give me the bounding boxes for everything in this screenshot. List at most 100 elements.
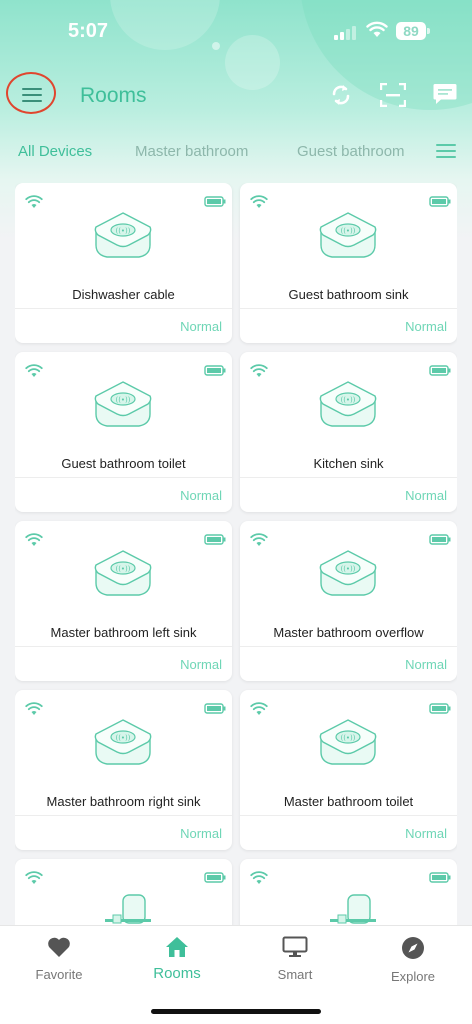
- device-status: Normal: [180, 488, 222, 503]
- status-bar: 5:07 89: [0, 0, 472, 60]
- monitor-icon: [282, 936, 308, 957]
- wifi-icon: [250, 871, 268, 884]
- battery-icon: [429, 534, 451, 545]
- device-grid: ((•)) Dishwasher cable Normal ((•)) Gues…: [15, 183, 457, 925]
- room-tabs: All Devices Master bathroom Guest bathro…: [0, 140, 472, 166]
- device-status: Normal: [180, 826, 222, 841]
- wifi-icon: [250, 364, 268, 377]
- menu-icon: [22, 88, 42, 102]
- nav-label: Explore: [390, 969, 436, 984]
- heart-icon: [48, 937, 70, 957]
- tab-master-bathroom[interactable]: Master bathroom: [135, 143, 248, 160]
- leak-sensor-icon: ((•)): [94, 550, 152, 596]
- message-icon[interactable]: [433, 83, 457, 105]
- wifi-icon: [250, 195, 268, 208]
- device-name: Guest bathroom sink: [288, 287, 409, 302]
- leak-sensor-icon: ((•)): [94, 381, 152, 427]
- battery-icon: [204, 196, 226, 207]
- device-name: Master bathroom toilet: [283, 794, 414, 809]
- battery-icon: [429, 872, 451, 883]
- svg-text:((•)): ((•)): [115, 396, 130, 404]
- cellular-signal-icon: [334, 24, 360, 40]
- device-status: Normal: [405, 826, 447, 841]
- card-divider: [15, 308, 232, 309]
- sync-icon[interactable]: [330, 83, 352, 107]
- battery-icon: [204, 872, 226, 883]
- wifi-status-icon: [366, 21, 388, 37]
- home-icon: [166, 937, 188, 957]
- nav-rooms[interactable]: Rooms: [122, 936, 232, 982]
- device-status: Normal: [405, 319, 447, 334]
- card-divider: [15, 815, 232, 816]
- device-name: Master bathroom overflow: [273, 625, 424, 640]
- svg-text:((•)): ((•)): [340, 396, 355, 404]
- svg-text:((•)): ((•)): [115, 227, 130, 235]
- device-card[interactable]: ((•)) Dishwasher cable Normal: [15, 183, 232, 343]
- device-status: Normal: [405, 488, 447, 503]
- svg-text:((•)): ((•)): [340, 227, 355, 235]
- wifi-icon: [25, 195, 43, 208]
- tab-list-icon[interactable]: [436, 144, 456, 158]
- device-card[interactable]: ((•)) Master bathroom overflow Normal: [240, 521, 457, 681]
- device-card[interactable]: [15, 859, 232, 925]
- wifi-icon: [25, 364, 43, 377]
- device-card[interactable]: ((•)) Kitchen sink Normal: [240, 352, 457, 512]
- status-time: 5:07: [68, 20, 109, 42]
- device-card[interactable]: ((•)) Guest bathroom sink Normal: [240, 183, 457, 343]
- nav-label: Favorite: [35, 967, 83, 982]
- nav-smart[interactable]: Smart: [240, 936, 350, 982]
- leak-sensor-icon: ((•)): [94, 719, 152, 765]
- device-status: Normal: [180, 657, 222, 672]
- leak-sensor-icon: ((•)): [319, 381, 377, 427]
- wifi-icon: [25, 702, 43, 715]
- device-name: Master bathroom right sink: [46, 794, 201, 809]
- home-indicator: [151, 1009, 321, 1014]
- device-status: Normal: [405, 657, 447, 672]
- wifi-icon: [250, 702, 268, 715]
- leak-sensor-icon: ((•)): [319, 719, 377, 765]
- compass-icon: [402, 937, 424, 959]
- menu-button[interactable]: [6, 72, 56, 114]
- leak-sensor-icon: ((•)): [94, 212, 152, 258]
- device-status: Normal: [180, 319, 222, 334]
- device-card[interactable]: ((•)) Master bathroom right sink Normal: [15, 690, 232, 850]
- battery-indicator: 89: [396, 22, 430, 40]
- svg-text:((•)): ((•)): [115, 734, 130, 742]
- wifi-icon: [250, 533, 268, 546]
- tab-guest-bathroom[interactable]: Guest bathroom: [297, 143, 405, 160]
- device-name: Master bathroom left sink: [50, 625, 197, 640]
- card-divider: [240, 646, 457, 647]
- device-card[interactable]: [240, 859, 457, 925]
- wifi-icon: [25, 533, 43, 546]
- device-card[interactable]: ((•)) Guest bathroom toilet Normal: [15, 352, 232, 512]
- device-card[interactable]: ((•)) Master bathroom toilet Normal: [240, 690, 457, 850]
- card-divider: [240, 815, 457, 816]
- card-divider: [240, 308, 457, 309]
- card-divider: [15, 646, 232, 647]
- nav-label: Rooms: [153, 965, 201, 982]
- wifi-icon: [25, 871, 43, 884]
- battery-icon: [429, 196, 451, 207]
- nav-label: Smart: [277, 967, 313, 982]
- battery-icon: [429, 703, 451, 714]
- battery-icon: [204, 703, 226, 714]
- device-card[interactable]: ((•)) Master bathroom left sink Normal: [15, 521, 232, 681]
- nav-favorite[interactable]: Favorite: [4, 936, 114, 982]
- battery-icon: [204, 534, 226, 545]
- tab-all-devices[interactable]: All Devices: [18, 143, 92, 160]
- device-name: Guest bathroom toilet: [61, 456, 186, 471]
- battery-icon: [429, 365, 451, 376]
- device-name: Kitchen sink: [313, 456, 384, 471]
- svg-text:((•)): ((•)): [115, 565, 130, 573]
- battery-icon: [204, 365, 226, 376]
- card-divider: [240, 477, 457, 478]
- device-name: Dishwasher cable: [72, 287, 175, 302]
- battery-level: 89: [396, 22, 426, 40]
- svg-text:((•)): ((•)): [340, 734, 355, 742]
- scan-icon[interactable]: [380, 83, 406, 107]
- svg-text:((•)): ((•)): [340, 565, 355, 573]
- app-header: Rooms: [0, 70, 472, 122]
- nav-explore[interactable]: Explore: [358, 936, 468, 984]
- leak-sensor-icon: ((•)): [319, 550, 377, 596]
- leak-sensor-icon: ((•)): [319, 212, 377, 258]
